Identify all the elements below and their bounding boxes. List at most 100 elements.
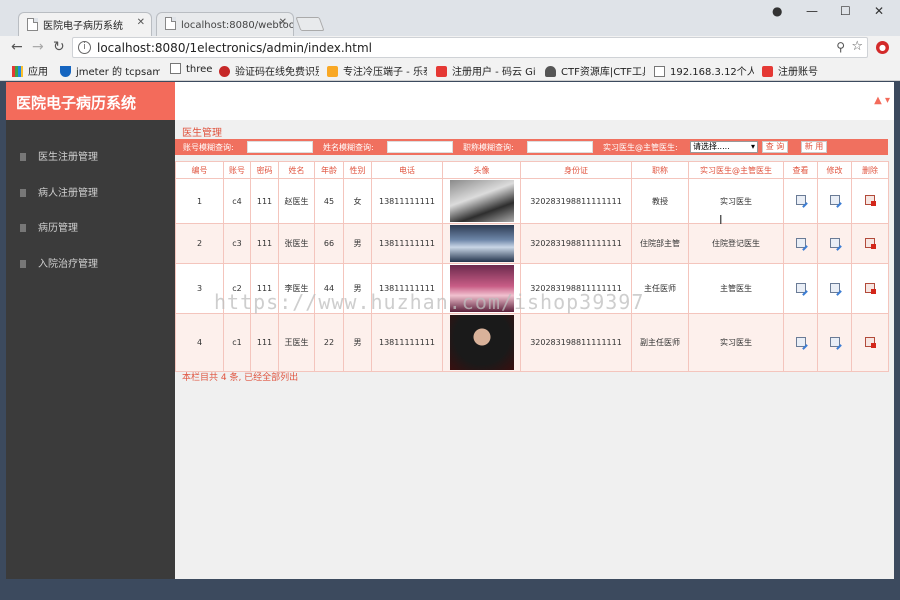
- delete-icon[interactable]: [865, 237, 876, 249]
- cell-title: 住院部主管: [631, 223, 689, 264]
- search-bar: 账号模糊查询: 姓名模糊查询: 职称模糊查询: 实习医生@主管医生: 请选择..…: [175, 139, 888, 155]
- record-count-note: 本栏目共 4 条, 已经全部列出: [182, 373, 299, 383]
- profile-icon[interactable]: ●: [772, 4, 782, 18]
- delete-icon[interactable]: [865, 195, 876, 206]
- column-header: 姓名: [278, 161, 315, 179]
- cell-title: 教授: [631, 178, 689, 224]
- cell-doctor-type: 住院登记医生: [688, 223, 784, 264]
- bookmark-item[interactable]: 专注冷压端子 - 乐泰: [327, 63, 427, 78]
- cell-avatar: [442, 178, 521, 224]
- top-header: ▲ ▾: [175, 82, 894, 120]
- new-button[interactable]: 新 用: [801, 141, 827, 153]
- bookmark-item[interactable]: three: [170, 63, 212, 75]
- cell-edit: [817, 263, 852, 314]
- edit-icon[interactable]: [829, 282, 840, 293]
- cell-age: 45: [314, 178, 344, 224]
- url-input[interactable]: i localhost:8080/1electronics/admin/inde…: [72, 37, 868, 58]
- cell-account: c1: [223, 313, 251, 372]
- title-search-label: 职称模糊查询:: [463, 143, 514, 152]
- url-text: localhost:8080/1electronics/admin/index.…: [97, 41, 372, 55]
- cell-name: 张医生: [278, 223, 315, 264]
- sidebar-item-hospitalization[interactable]: 入院治疗管理: [6, 247, 175, 277]
- red-globe-icon: [219, 66, 230, 77]
- bookmark-item[interactable]: 注册账号: [762, 63, 818, 78]
- view-icon[interactable]: [795, 195, 806, 205]
- cell-account: c3: [223, 223, 251, 264]
- address-bar: ← → ↻ i localhost:8080/1electronics/admi…: [0, 36, 900, 60]
- watermark: https://www.huzhan.com/ishop39397: [214, 290, 645, 314]
- cell-phone: 13811111111: [371, 223, 443, 264]
- delete-icon[interactable]: [865, 282, 876, 294]
- info-icon[interactable]: i: [78, 41, 91, 54]
- document-icon: [20, 153, 26, 161]
- edit-icon[interactable]: [829, 336, 840, 347]
- page-title: 医生管理: [182, 128, 222, 139]
- column-header: 身份证: [520, 161, 632, 179]
- view-icon[interactable]: [795, 336, 806, 347]
- forward-icon[interactable]: →: [32, 39, 44, 55]
- table-row: 4 c1 111 王医生 22 男 13811111111 3202831988…: [175, 313, 889, 372]
- cell-avatar: [442, 313, 521, 372]
- maximize-icon[interactable]: ☐: [840, 4, 851, 18]
- cell-view: [783, 178, 818, 224]
- column-header: 头像: [442, 161, 521, 179]
- cell-name: 赵医生: [278, 178, 315, 224]
- bookmark-item[interactable]: CTF资源库|CTF工具: [545, 63, 645, 78]
- reload-icon[interactable]: ↻: [53, 39, 65, 55]
- delete-icon[interactable]: [865, 336, 876, 348]
- bookmark-item[interactable]: 验证码在线免费识别: [219, 63, 319, 78]
- bookmark-apps[interactable]: 应用: [12, 63, 48, 78]
- cell-avatar: [442, 223, 521, 264]
- cell-name: 王医生: [278, 313, 315, 372]
- column-header: 性别: [343, 161, 372, 179]
- zoom-icon[interactable]: ⚲: [836, 40, 845, 54]
- edit-icon[interactable]: [829, 237, 840, 248]
- page-icon: [654, 66, 665, 77]
- browser-tab[interactable]: localhost:8080/webtoo ✕: [156, 12, 294, 36]
- avatar-image: [449, 315, 514, 370]
- title-search-input[interactable]: [527, 141, 593, 153]
- bookmark-item[interactable]: 192.168.3.12个人信: [654, 63, 754, 78]
- cell-gender: 女: [343, 178, 372, 224]
- cell-password: 111: [250, 313, 279, 372]
- doctor-type-label: 实习医生@主管医生:: [603, 143, 678, 152]
- cell-title: 副主任医师: [631, 313, 689, 372]
- close-tab-icon[interactable]: ✕: [137, 17, 145, 28]
- close-window-icon[interactable]: ✕: [874, 4, 884, 18]
- user-menu-icon[interactable]: ▲ ▾: [874, 95, 890, 106]
- brand-title: 医院电子病历系统: [6, 82, 175, 120]
- sidebar-item-medical-records[interactable]: 病历管理: [6, 211, 175, 241]
- cell-gender: 男: [343, 223, 372, 264]
- sidebar-item-patient-registration[interactable]: 病人注册管理: [6, 176, 175, 206]
- bookmark-star-icon[interactable]: ☆: [851, 39, 863, 54]
- cell-doctor-type: 实习医生: [688, 313, 784, 372]
- document-icon: [20, 224, 26, 232]
- browser-tab-active[interactable]: 医院电子病历系统 ✕: [18, 12, 152, 36]
- cell-idcard: 320283198811111111: [520, 223, 632, 264]
- extension-icon[interactable]: ●: [876, 41, 889, 54]
- cell-gender: 男: [343, 313, 372, 372]
- name-search-input[interactable]: [387, 141, 453, 153]
- bookmark-item[interactable]: jmeter 的 tcpsamp: [60, 63, 160, 78]
- table-row: 1 c4 111 赵医生 45 女 13811111111 3202831988…: [175, 178, 889, 224]
- close-tab-icon[interactable]: ✕: [279, 17, 287, 28]
- sidebar: 医院电子病历系统 医生注册管理 病人注册管理 病历管理 入院治疗管理: [6, 82, 175, 579]
- new-tab-button[interactable]: [295, 17, 325, 31]
- back-icon[interactable]: ←: [11, 39, 23, 55]
- edit-icon[interactable]: [829, 195, 840, 205]
- page-icon: [165, 17, 176, 30]
- cell-edit: [817, 178, 852, 224]
- doctor-type-select[interactable]: 请选择..... ▾: [690, 141, 758, 153]
- cell-age: 22: [314, 313, 344, 372]
- view-icon[interactable]: [795, 237, 806, 248]
- query-button[interactable]: 查 询: [762, 141, 788, 153]
- yellow-icon: [327, 66, 338, 77]
- cell-idcard: 320283198811111111: [520, 178, 632, 224]
- minimize-icon[interactable]: —: [806, 4, 818, 18]
- account-search-input[interactable]: [247, 141, 313, 153]
- cell-id: 2: [175, 223, 224, 264]
- column-header: 编号: [175, 161, 224, 179]
- sidebar-item-doctor-registration[interactable]: 医生注册管理: [6, 140, 175, 170]
- view-icon[interactable]: [795, 282, 806, 293]
- bookmark-item[interactable]: 注册用户 - 码云 Git: [436, 63, 536, 78]
